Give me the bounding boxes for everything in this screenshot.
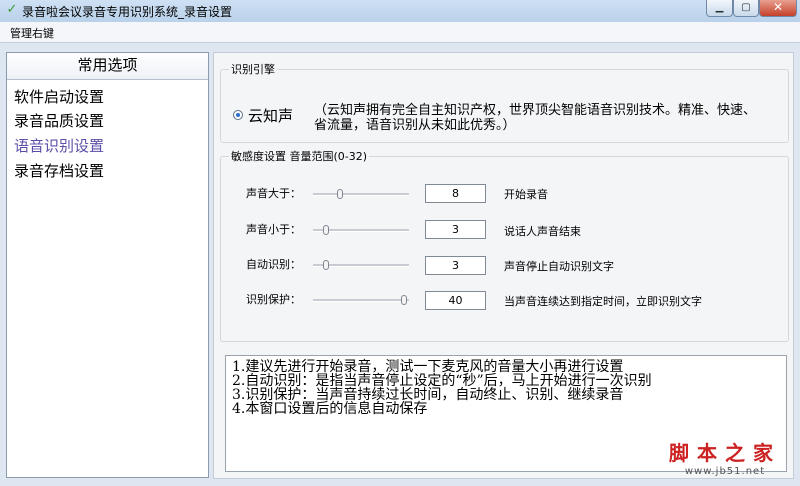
engine-description: （云知声拥有完全自主知识产权，世界顶尖智能语音识别技术。精准、快速、省流量，语音… xyxy=(314,103,757,133)
value-louder[interactable]: 8 xyxy=(425,184,486,203)
row-desc-protect: 当声音连续达到指定时间，立即识别文字 xyxy=(504,295,702,308)
row-desc-louder: 开始录音 xyxy=(504,188,548,201)
minimize-button[interactable]: ▁ xyxy=(706,0,733,17)
window-title: 录音啦会议录音专用识别系统_录音设置 xyxy=(22,5,233,19)
sidebar: 常用选项 软件启动设置 录音品质设置 语音识别设置 录音存档设置 xyxy=(6,52,209,478)
close-button[interactable]: ✕ xyxy=(759,0,797,17)
row-label-auto: 自动识别： xyxy=(246,258,301,271)
engine-group: 识别引擎 云知声 （云知声拥有完全自主知识产权，世界顶尖智能语音识别技术。精准、… xyxy=(220,61,789,143)
engine-legend: 识别引擎 xyxy=(231,63,275,76)
value-quieter[interactable]: 3 xyxy=(425,220,486,239)
engine-option-label[interactable]: 云知声 xyxy=(248,105,293,126)
row-label-protect: 识别保护： xyxy=(246,293,301,306)
sidebar-item-startup[interactable]: 软件启动设置 xyxy=(14,86,104,107)
app-icon: ✓ xyxy=(6,2,18,17)
engine-radio[interactable] xyxy=(233,110,243,120)
settings-panel: 识别引擎 云知声 （云知声拥有完全自主知识产权，世界顶尖智能语音识别技术。精准、… xyxy=(213,52,794,479)
value-protect[interactable]: 40 xyxy=(425,291,486,310)
sensitivity-group: 敏感度设置 音量范围(0-32) 声音大于： 8 开始录音 声音小于： 3 说话… xyxy=(220,148,789,342)
title-bar[interactable]: ✓ 录音啦会议录音专用识别系统_录音设置 ▁ ▢ ✕ xyxy=(0,0,800,22)
watermark-url: www.jb51.net xyxy=(684,466,766,477)
sidebar-item-recognition[interactable]: 语音识别设置 xyxy=(14,135,104,156)
sidebar-header: 常用选项 xyxy=(7,53,208,80)
slider-auto[interactable] xyxy=(311,258,411,272)
watermark-main: 脚本之家 xyxy=(669,441,781,465)
slider-thumb[interactable] xyxy=(323,260,330,270)
watermark: 脚本之家 www.jb51.net xyxy=(664,437,786,477)
row-desc-auto: 声音停止自动识别文字 xyxy=(504,260,614,273)
menu-bar: 管理右键 xyxy=(0,22,800,43)
sensitivity-legend: 敏感度设置 音量范围(0-32) xyxy=(231,150,368,163)
slider-thumb[interactable] xyxy=(336,189,343,199)
menu-item-manage[interactable]: 管理右键 xyxy=(10,25,54,41)
value-auto[interactable]: 3 xyxy=(425,256,486,275)
slider-thumb[interactable] xyxy=(323,225,330,235)
maximize-button[interactable]: ▢ xyxy=(733,0,759,17)
sidebar-item-quality[interactable]: 录音品质设置 xyxy=(14,110,104,131)
row-desc-quieter: 说话人声音结束 xyxy=(504,225,581,238)
row-label-louder: 声音大于： xyxy=(246,187,301,200)
slider-protect[interactable] xyxy=(311,293,411,307)
slider-louder[interactable] xyxy=(311,187,411,201)
slider-quieter[interactable] xyxy=(311,223,411,237)
slider-thumb[interactable] xyxy=(401,295,407,305)
sidebar-item-archive[interactable]: 录音存档设置 xyxy=(14,160,104,181)
row-label-quieter: 声音小于： xyxy=(246,223,301,236)
